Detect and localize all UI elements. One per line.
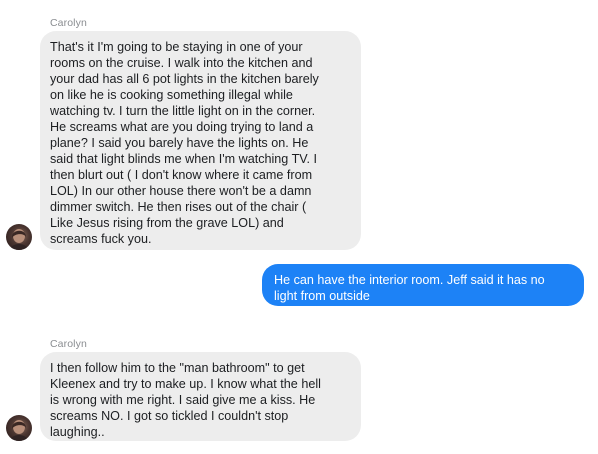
message-bubble-incoming[interactable]: I then follow him to the "man bathroom" … — [40, 352, 361, 441]
sender-name: Carolyn — [50, 17, 87, 29]
message-bubble-outgoing[interactable]: He can have the interior room. Jeff said… — [262, 264, 584, 306]
message-bubble-incoming[interactable]: That's it I'm going to be staying in one… — [40, 31, 361, 250]
person-avatar-icon — [10, 420, 28, 441]
avatar[interactable] — [6, 415, 32, 441]
person-avatar-icon — [10, 229, 28, 250]
avatar[interactable] — [6, 224, 32, 250]
sender-name: Carolyn — [50, 338, 87, 350]
